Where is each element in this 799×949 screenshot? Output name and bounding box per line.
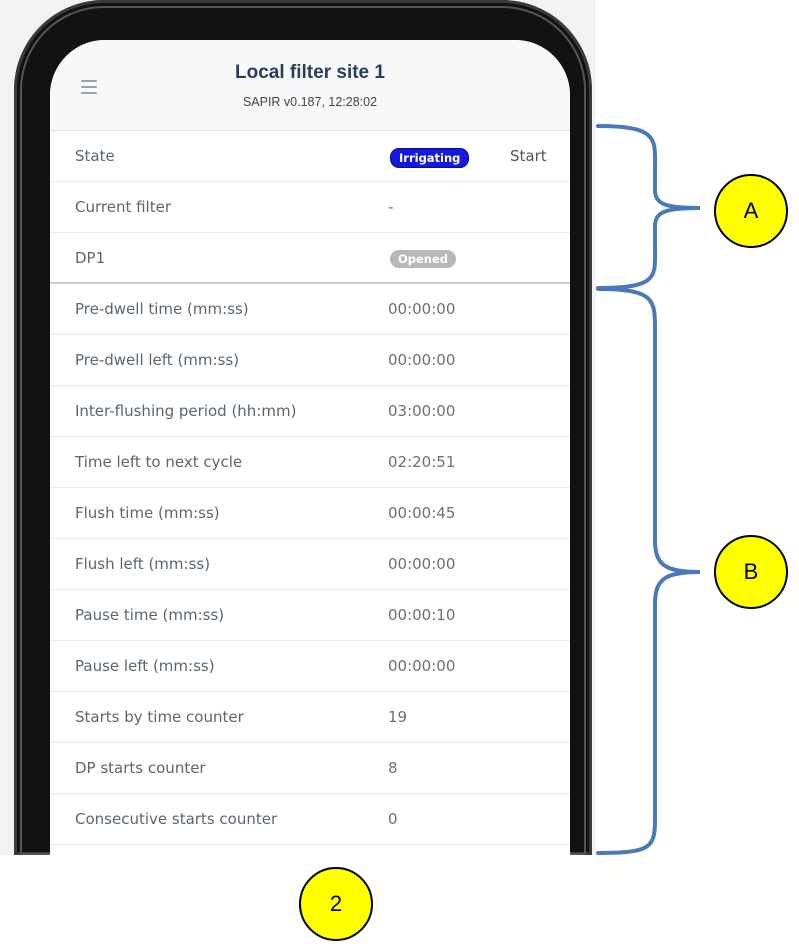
- callout-a: A: [714, 174, 788, 248]
- annotation-brackets: [596, 124, 701, 855]
- bracket-a: [596, 124, 701, 290]
- callout-b: B: [714, 535, 788, 609]
- bracket-b: [596, 287, 701, 855]
- callout-2: 2: [299, 867, 373, 941]
